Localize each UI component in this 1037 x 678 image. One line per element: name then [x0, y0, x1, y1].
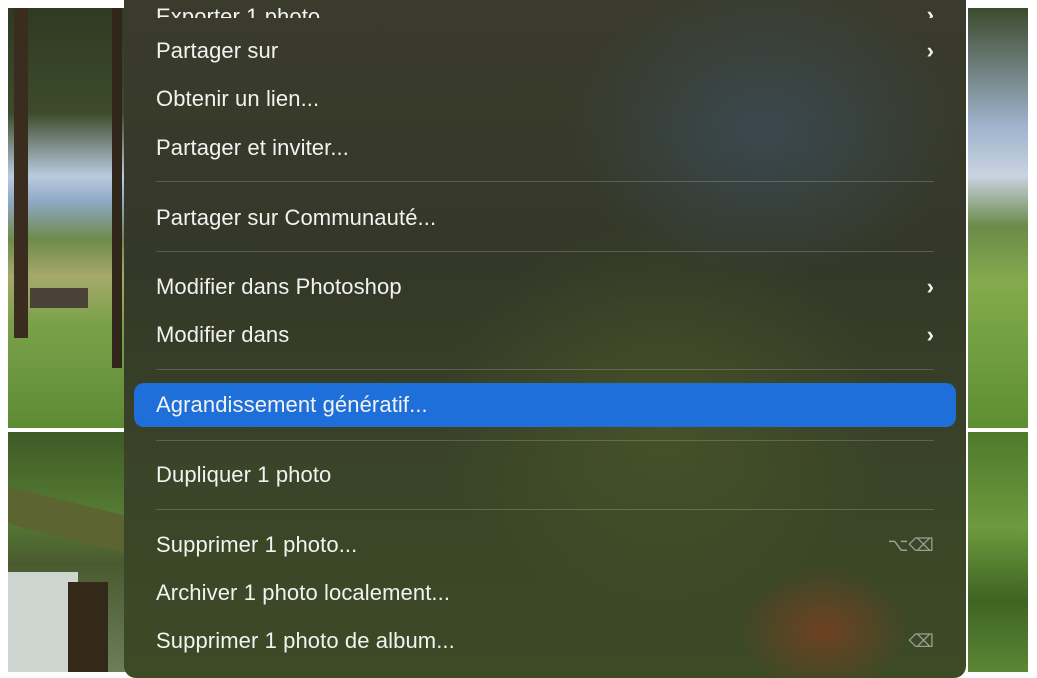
tree-trunk [14, 8, 28, 338]
chevron-right-icon: › [926, 322, 934, 347]
option-delete-shortcut-icon: ⌥⌫ [887, 534, 934, 555]
menu-item-dupliquer[interactable]: Dupliquer 1 photo [134, 453, 956, 497]
menu-item-label: Partager et inviter... [156, 135, 349, 160]
menu-item-label: Archiver 1 photo localement... [156, 580, 451, 605]
menu-item-modifier-dans[interactable]: Modifier dans › [134, 313, 956, 357]
menu-item-label: Partager sur Communauté... [156, 205, 437, 230]
menu-item-modifier-photoshop[interactable]: Modifier dans Photoshop › [134, 265, 956, 309]
chevron-right-icon: › [926, 2, 934, 18]
menu-item-label: Supprimer 1 photo... [156, 532, 358, 557]
photo-thumbnail-top-right[interactable] [968, 8, 1028, 428]
hut-roof [8, 485, 128, 555]
menu-item-exporter[interactable]: Exporter 1 photo... › [134, 0, 956, 18]
photo-thumbnail-bottom-left[interactable] [8, 432, 128, 672]
menu-separator [156, 251, 934, 252]
menu-item-agrandissement-generatif[interactable]: Agrandissement génératif... [134, 383, 956, 427]
menu-item-partager-communaute[interactable]: Partager sur Communauté... [134, 196, 956, 240]
menu-item-label: Modifier dans Photoshop [156, 274, 402, 299]
menu-item-partager-sur[interactable]: Partager sur › [134, 29, 956, 73]
chevron-right-icon: › [926, 38, 934, 63]
tree-trunk [112, 8, 122, 368]
chevron-right-icon: › [926, 274, 934, 299]
menu-item-supprimer-photo[interactable]: Supprimer 1 photo... ⌥⌫ [134, 523, 956, 567]
delete-shortcut-icon: ⌫ [908, 630, 934, 651]
menu-item-label: Agrandissement génératif... [156, 392, 428, 417]
menu-item-label: Dupliquer 1 photo [156, 462, 332, 487]
menu-item-obtenir-lien[interactable]: Obtenir un lien... [134, 77, 956, 121]
photo-thumbnail-bottom-right[interactable] [968, 432, 1028, 672]
menu-item-label: Exporter 1 photo... [156, 4, 339, 18]
bench [30, 288, 88, 308]
hut-door [68, 582, 108, 672]
menu-separator [156, 181, 934, 182]
context-menu: Exporter 1 photo... › Partager sur › Obt… [124, 0, 966, 678]
menu-item-supprimer-de-album[interactable]: Supprimer 1 photo de album... ⌫ [134, 619, 956, 663]
menu-item-label: Obtenir un lien... [156, 86, 320, 111]
menu-item-archiver-localement[interactable]: Archiver 1 photo localement... [134, 571, 956, 615]
menu-separator [156, 369, 934, 370]
photo-thumbnail-top-left[interactable] [8, 8, 128, 428]
menu-item-label: Supprimer 1 photo de album... [156, 628, 455, 653]
menu-item-label: Partager sur [156, 38, 279, 63]
menu-separator [156, 440, 934, 441]
menu-separator [156, 509, 934, 510]
menu-item-partager-inviter[interactable]: Partager et inviter... [134, 126, 956, 170]
menu-item-label: Modifier dans [156, 322, 290, 347]
